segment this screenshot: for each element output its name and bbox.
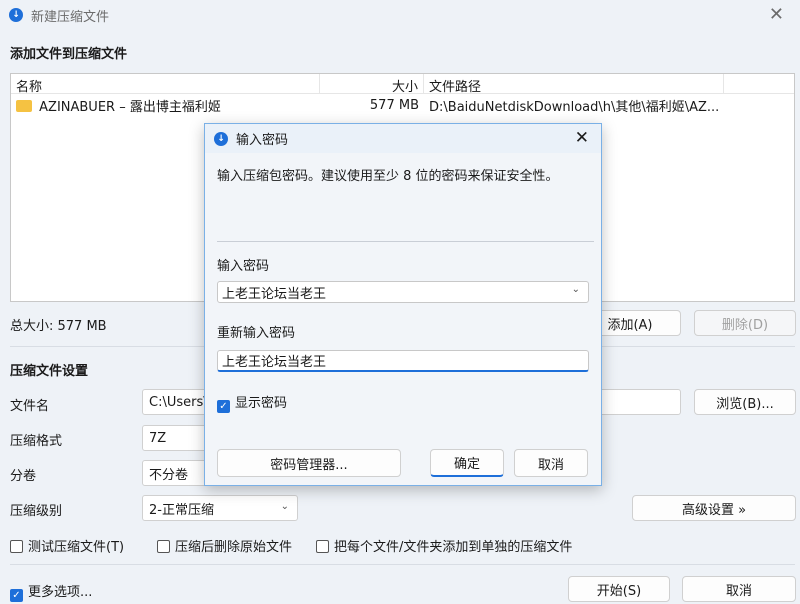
close-icon[interactable]: ✕ <box>575 128 589 148</box>
settings-heading: 压缩文件设置 <box>10 364 89 379</box>
chevron-down-icon: ⌄ <box>280 501 289 512</box>
dialog-description: 输入压缩包密码。建议使用至少 8 位的密码来保证安全性。 <box>217 169 559 184</box>
title-bar: ↓ 新建压缩文件 ✕ <box>0 0 800 30</box>
password-dialog: ↓ 输入密码 ✕ 输入压缩包密码。建议使用至少 8 位的密码来保证安全性。 输入… <box>204 123 602 486</box>
delete-after-option[interactable]: 压缩后删除原始文件 <box>157 536 292 555</box>
more-options-checkbox[interactable]: ✓ <box>10 589 23 602</box>
close-icon[interactable]: ✕ <box>769 4 784 25</box>
advanced-settings-button[interactable]: 高级设置 » <box>632 495 796 521</box>
split-label: 分卷 <box>10 469 37 484</box>
column-header-size[interactable]: 大小 <box>320 74 424 95</box>
test-archive-checkbox[interactable] <box>10 540 23 553</box>
dialog-cancel-button[interactable]: 取消 <box>514 449 588 477</box>
separate-archives-option[interactable]: 把每个文件/文件夹添加到单独的压缩文件 <box>316 536 572 555</box>
separate-archives-checkbox[interactable] <box>316 540 329 553</box>
more-options[interactable]: ✓ 更多选项... <box>10 581 92 602</box>
confirm-password-label: 重新输入密码 <box>217 326 296 341</box>
delete-after-checkbox[interactable] <box>157 540 170 553</box>
folder-icon <box>16 99 32 112</box>
show-password-option[interactable]: ✓ 显示密码 <box>217 392 287 413</box>
divider <box>10 564 795 565</box>
app-logo-icon: ↓ <box>214 131 228 146</box>
column-header-name[interactable]: 名称 <box>11 74 320 95</box>
window-title: 新建压缩文件 <box>31 9 110 25</box>
format-value: 7Z <box>149 430 167 446</box>
file-path: D:\BaiduNetdiskDownload\h\其他\福利姬\AZ... <box>429 99 720 115</box>
file-size: 577 MB <box>369 97 419 113</box>
start-button[interactable]: 开始(S) <box>568 576 670 602</box>
file-name: AZINABUER – 露出博主福利姬 <box>39 99 221 115</box>
column-header-path[interactable]: 文件路径 <box>424 74 724 95</box>
filename-label: 文件名 <box>10 399 50 414</box>
split-value: 不分卷 <box>149 467 189 483</box>
browse-button[interactable]: 浏览(B)... <box>694 389 796 415</box>
ok-button[interactable]: 确定 <box>430 449 504 477</box>
file-list-row[interactable]: AZINABUER – 露出博主福利姬 577 MB D:\BaiduNetdi… <box>11 94 794 116</box>
cancel-button[interactable]: 取消 <box>682 576 796 602</box>
chevron-down-icon[interactable]: ⌄ <box>572 284 580 295</box>
filename-value: C:\Users\ <box>149 394 208 410</box>
dialog-title-bar: ↓ 输入密码 ✕ <box>205 124 601 153</box>
level-label: 压缩级别 <box>10 504 63 519</box>
add-files-heading: 添加文件到压缩文件 <box>10 47 128 62</box>
app-logo-icon: ↓ <box>9 8 23 22</box>
password-input[interactable]: 上老王论坛当老王 ⌄ <box>217 281 589 303</box>
password-label: 输入密码 <box>217 259 270 274</box>
dialog-title: 输入密码 <box>236 133 289 148</box>
confirm-password-input[interactable]: 上老王论坛当老王 <box>217 350 589 372</box>
password-manager-button[interactable]: 密码管理器... <box>217 449 401 477</box>
delete-button[interactable]: 删除(D) <box>694 310 796 336</box>
total-size-label: 总大小: 577 MB <box>10 319 107 334</box>
dialog-divider <box>217 241 594 242</box>
file-list-header: 名称 大小 文件路径 <box>11 74 794 95</box>
level-select[interactable]: 2-正常压缩 ⌄ <box>142 495 298 521</box>
format-label: 压缩格式 <box>10 434 63 449</box>
level-value: 2-正常压缩 <box>149 502 214 518</box>
test-archive-option[interactable]: 测试压缩文件(T) <box>10 536 124 555</box>
show-password-checkbox[interactable]: ✓ <box>217 400 230 413</box>
